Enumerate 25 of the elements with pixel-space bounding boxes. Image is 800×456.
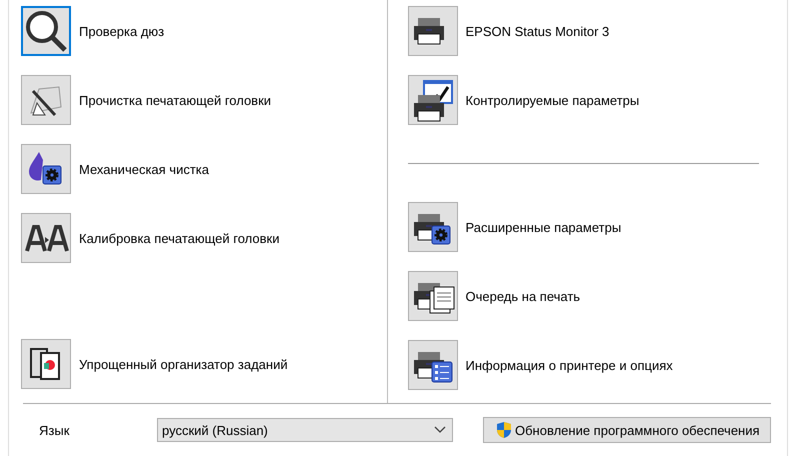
tool-button[interactable] (21, 6, 71, 56)
tool-label[interactable]: Расширенные параметры (466, 220, 622, 234)
language-dropdown[interactable]: русский (Russian) (157, 418, 453, 442)
tool-label[interactable]: EPSON Status Monitor 3 (466, 24, 610, 38)
tool-button[interactable] (21, 213, 71, 263)
tool-label[interactable]: Очередь на печать (466, 288, 580, 304)
tool-label[interactable]: Механическая чистка (79, 162, 209, 176)
language-label: Язык (38, 422, 70, 438)
tool-label[interactable]: Информация о принтере и опциях (466, 358, 673, 372)
tool-label[interactable]: Упрощенный организатор заданий (79, 356, 288, 372)
tool-label[interactable]: Калибровка печатающей головки (79, 230, 280, 246)
chevron-down-icon (434, 426, 446, 434)
tool-button[interactable] (21, 339, 71, 389)
tool-button[interactable] (408, 75, 458, 125)
tool-button[interactable] (408, 6, 458, 56)
tool-label[interactable]: Прочистка печатающей головки (79, 92, 272, 108)
tool-button[interactable] (408, 271, 458, 321)
tool-label[interactable]: Контролируемые параметры (466, 92, 640, 108)
tool-button[interactable] (408, 202, 458, 252)
shield-icon (496, 421, 512, 439)
tool-button[interactable] (408, 340, 458, 390)
tool-button[interactable] (21, 144, 71, 194)
update-button[interactable]: Обновление программного обеспечения (483, 417, 771, 443)
tool-label[interactable]: Проверка дюз (79, 24, 164, 38)
tool-button[interactable] (21, 75, 71, 125)
